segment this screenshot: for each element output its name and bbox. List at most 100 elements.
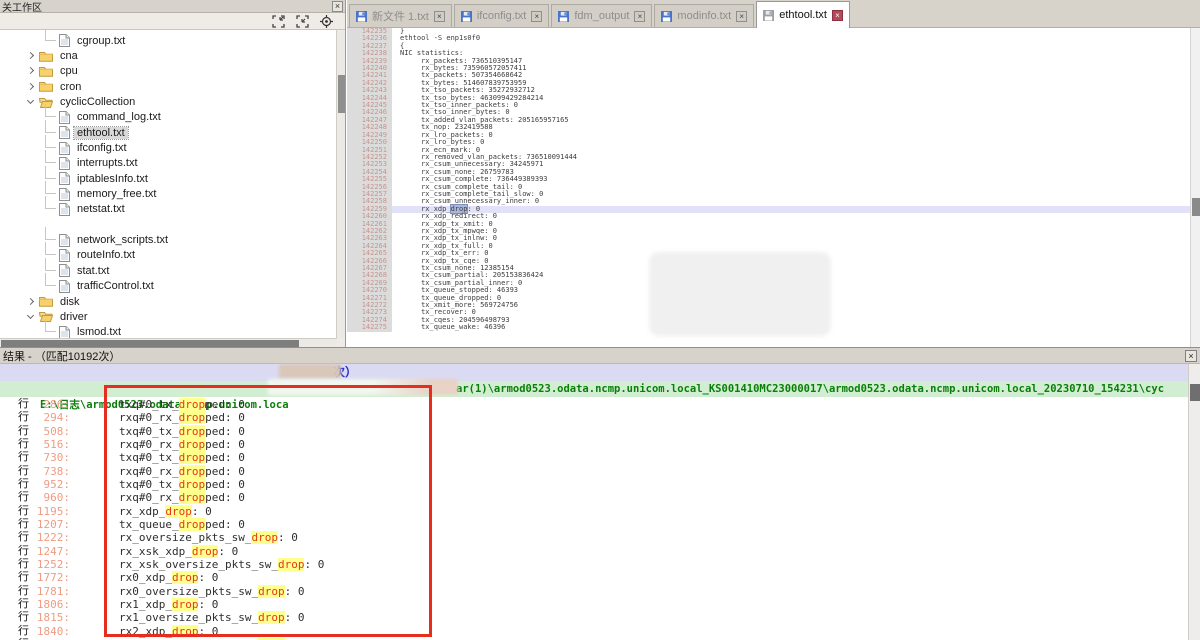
result-row[interactable]: 行960:rxq#0_rx_dropped: 0 [0,491,1188,504]
tree-item-lsmod-txt[interactable]: lsmod.txt [0,325,337,338]
tree-connector [45,181,56,194]
chevron-down-icon[interactable] [27,98,35,106]
tree-vertical-scrollbar[interactable] [336,30,345,338]
row-label: 行 [18,425,31,438]
tree-item-netstat-txt[interactable]: netstat.txt [0,202,337,217]
tree-connector [45,258,56,271]
row-text: rx0_oversize_pkts_sw_drop: 0 [119,585,304,598]
result-row[interactable]: 行738:rxq#0_rx_dropped: 0 [0,465,1188,478]
row-line-number: 1207: [31,518,70,531]
result-row[interactable]: 行730:txq#0_tx_dropped: 0 [0,451,1188,464]
result-row[interactable]: 行1195:rx_xdp_drop: 0 [0,505,1188,518]
row-text-pre: rxq#0_rx_ [119,411,179,424]
result-row[interactable]: 行1815:rx1_oversize_pkts_sw_drop: 0 [0,611,1188,624]
expand-sync-icon[interactable] [272,15,285,28]
tab-fdm-output[interactable]: fdm_output × [551,4,652,27]
results-summary-suffix: 次） [333,364,357,381]
tree-horizontal-scrollbar[interactable] [0,338,337,347]
result-row[interactable]: 行508: txq#0_tx_dropped: 0 [0,425,1188,438]
workspace-close-icon[interactable]: × [332,1,343,12]
result-row[interactable]: 行1247:rx_xsk_xdp_drop: 0 [0,545,1188,558]
file-icon [59,326,70,338]
result-row[interactable]: 行952:txq#0_tx_dropped: 0 [0,478,1188,491]
locate-file-icon[interactable] [320,15,333,28]
result-row[interactable]: 行1781:rx0_oversize_pkts_sw_drop: 0 [0,585,1188,598]
row-text-pre: rxq#0_rx_ [119,465,179,478]
result-row[interactable]: 行516:rxq#0_rx_dropped: 0 [0,438,1188,451]
line-text: ethtool -S enp1s0f0 [392,35,480,42]
folder-icon [39,51,53,62]
row-text-pre: rxq#0_rx_ [119,491,179,504]
tab-close-icon[interactable]: × [434,11,445,22]
match-highlight: drop [179,478,206,491]
result-row[interactable]: 行1222:rx_oversize_pkts_sw_drop: 0 [0,531,1188,544]
tree-item-cgroup-txt[interactable]: cgroup.txt [0,33,337,48]
chevron-right-icon[interactable] [27,67,35,75]
row-text: txq#0_tx_dropped: 0 [119,425,245,438]
tab-label: fdm_output [574,10,629,22]
tab-ifconfig-txt[interactable]: ifconfig.txt× [454,4,550,27]
chevron-down-icon[interactable] [27,313,35,321]
editor-content[interactable]: 142235}142236ethtool -S enp1s0f0142237{1… [347,28,1190,347]
tab-label: modinfo.txt [677,10,731,22]
tree-item-cron[interactable]: cron [0,79,337,94]
chevron-right-icon[interactable] [27,83,35,91]
match-highlight: drop [258,585,285,598]
result-row[interactable]: 行294:rxq#0_rx_dropped: 0 [0,411,1188,424]
tree-hscroll-thumb[interactable] [1,340,299,347]
editor-line[interactable]: 142236ethtool -S enp1s0f0 [347,35,1190,42]
tab-close-icon[interactable]: × [736,11,747,22]
tree-item-label: netstat.txt [74,203,128,215]
tab-modinfo-txt[interactable]: modinfo.txt × [654,4,754,27]
row-label: 行 [18,451,31,464]
tree-item-cpu[interactable]: cpu [0,64,337,79]
tree-item-label: stat.txt [74,265,112,277]
editor-line[interactable]: 142275 tx_queue_wake: 46396 [347,324,1190,331]
tab-close-icon[interactable]: × [832,10,843,21]
tree-item-label: cgroup.txt [74,35,128,47]
tab-bar: 新文件 1.txt×ifconfig.txt×fdm_output×modinf… [347,0,1200,28]
result-row[interactable]: 行286:txq#0_tx_dropped: 0 [0,398,1188,411]
tree-connector [45,196,56,209]
file-icon [59,280,70,293]
row-text-pre: txq#0_tx_ [119,425,179,438]
editor-vscroll-thumb[interactable] [1192,198,1200,216]
file-icon [59,264,70,277]
row-label: 行 [18,585,31,598]
tab-label: ethtool.txt [779,9,827,21]
tree-item-cna[interactable]: cna [0,48,337,63]
row-text-post: ped: 0 [205,451,245,464]
collapse-sync-icon[interactable] [296,15,309,28]
tab-close-icon[interactable]: × [634,11,645,22]
app-window: 关工作区 × cgroup.txtcnacpucroncyclicCollect… [0,0,1200,640]
row-text-post: ped: 0 [205,425,245,438]
row-label: 行 [18,558,31,571]
tab-close-icon[interactable]: × [531,11,542,22]
editor-vertical-scrollbar[interactable] [1190,28,1200,347]
match-highlight: drop [278,558,305,571]
result-row[interactable]: 行1207:tx_queue_dropped: 0 [0,518,1188,531]
editor-line[interactable]: 142237{ [347,43,1190,50]
result-row[interactable]: 行1772:rx0_xdp_drop: 0 [0,571,1188,584]
tree-vscroll-thumb[interactable] [338,75,345,113]
results-file-path[interactable]: E:\日志\armod0523.odata.ncmp.unicom.loca a… [0,381,1188,397]
tree-item-trafficcontrol-txt[interactable]: trafficControl.txt [0,279,337,294]
tab-ethtool-txt[interactable]: ethtool.txt × [756,1,850,28]
line-text: tx_queue_wake: 46396 [392,324,505,331]
results-vscroll-thumb[interactable] [1190,384,1200,401]
folder-icon [39,81,53,92]
results-vertical-scrollbar[interactable] [1188,364,1200,640]
tab--1-txt[interactable]: 新文件 1.txt× [349,4,452,27]
row-label: 行 [18,531,31,544]
row-text-pre: rx0_xdp_ [119,571,172,584]
results-close-icon[interactable]: × [1185,350,1197,362]
chevron-right-icon[interactable] [27,298,35,306]
row-label: 行 [18,411,31,424]
tree-connector [45,104,56,117]
result-row[interactable]: 行1806:rx1_xdp_drop: 0 [0,598,1188,611]
row-line-number: 508: [31,425,70,438]
result-row[interactable]: 行1840:rx2_xdp_drop: 0 [0,625,1188,638]
tree-item-disk[interactable]: disk [0,294,337,309]
result-row[interactable]: 行1252:rx_xsk_oversize_pkts_sw_drop: 0 [0,558,1188,571]
chevron-right-icon[interactable] [27,52,35,60]
